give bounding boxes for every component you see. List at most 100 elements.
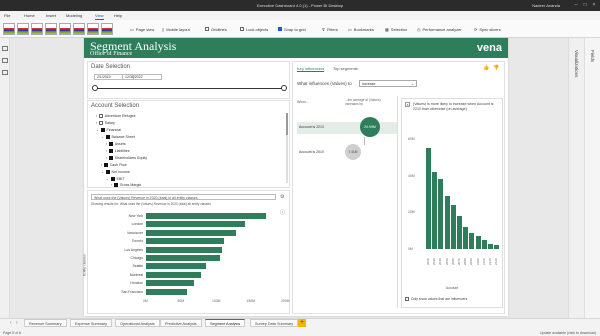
tab-survey-data-summary[interactable]: Survey Data Summary	[250, 319, 299, 327]
info-icon[interactable]: ⓘ	[280, 209, 285, 216]
lock-objects-checkbox[interactable]	[240, 27, 244, 31]
gridlines-checkbox[interactable]	[205, 27, 209, 31]
theme-swatch[interactable]	[31, 23, 43, 35]
tab-operational-analysis[interactable]: Operational Analysis	[115, 319, 160, 327]
tab-expense-summary[interactable]: Expense Summary	[70, 319, 113, 327]
theme-swatch[interactable]	[3, 23, 15, 35]
add-page-button[interactable]: +	[298, 319, 306, 327]
minimize-icon[interactable]: –	[572, 2, 580, 9]
theme-swatch[interactable]	[45, 23, 57, 35]
column[interactable]	[438, 179, 444, 249]
influencer-bubble[interactable]: 7.41M	[345, 144, 361, 160]
bar[interactable]	[146, 280, 195, 287]
tab-top-segments[interactable]: Top segments	[333, 66, 358, 71]
end-slider-handle[interactable]	[281, 85, 287, 91]
menu-home[interactable]: Home	[24, 13, 35, 18]
account-item[interactable]: ⌄ Balance Sheet	[101, 135, 135, 139]
end-date-field[interactable]: 12/31/2022	[122, 74, 162, 80]
bookmarks-button[interactable]: ▭ Bookmarks	[348, 25, 374, 33]
qa-question-box[interactable]: What uses the (Values) Revenue in 2020 (…	[91, 194, 276, 200]
column[interactable]	[432, 172, 438, 249]
start-slider-handle[interactable]	[92, 85, 98, 91]
next-page-icon[interactable]: ›	[16, 320, 18, 326]
thumbs-down-icon[interactable]: 👎	[493, 65, 499, 71]
column[interactable]	[488, 243, 493, 249]
menu-modeling[interactable]: Modeling	[66, 13, 82, 18]
bar[interactable]	[146, 213, 266, 219]
bar[interactable]	[146, 229, 236, 236]
account-item[interactable]: ⌄ Net Income	[101, 170, 130, 174]
visualizations-pane[interactable]: Visualizations	[568, 38, 584, 318]
bar[interactable]	[146, 238, 225, 245]
lock-objects-toggle[interactable]: Lock objects	[240, 25, 268, 33]
bar[interactable]	[146, 263, 206, 270]
account-item[interactable]: › Salary	[96, 121, 115, 125]
influencer-only-toggle[interactable]: Only show values that are influencers	[405, 297, 467, 301]
menu-file[interactable]: File	[4, 13, 10, 18]
model-view-icon[interactable]	[2, 70, 8, 75]
selection-button[interactable]: ▦ Selection	[385, 25, 407, 33]
bar[interactable]	[146, 246, 222, 253]
update-available-link[interactable]: Update available (click to download)	[540, 331, 596, 335]
bar[interactable]	[146, 255, 220, 261]
column[interactable]	[475, 236, 481, 249]
theme-swatch[interactable]	[87, 23, 99, 35]
account-slicer[interactable]: Account Selection › Adventure Refugee › Sa…	[87, 100, 290, 188]
account-item[interactable]: › Adventure Refugee	[96, 114, 136, 118]
filters-button[interactable]: ⊽ Filters	[322, 25, 338, 33]
bar[interactable]	[146, 271, 202, 278]
bar[interactable]	[146, 221, 245, 228]
theme-swatch[interactable]	[17, 23, 29, 35]
fields-pane[interactable]: Fields	[584, 38, 600, 318]
mobile-layout-button[interactable]: ▯ Mobile layout	[162, 25, 190, 33]
maximize-icon[interactable]: □	[581, 2, 589, 9]
menu-help[interactable]: Help	[114, 13, 122, 18]
column-category-label: 2090	[469, 258, 474, 265]
column[interactable]	[450, 205, 456, 249]
theme-swatch[interactable]	[73, 23, 85, 35]
column[interactable]	[463, 227, 469, 249]
key-influencers-visual[interactable]: Key influencers Top segments 👍 👎 What in…	[292, 61, 505, 314]
close-icon[interactable]: ×	[405, 102, 410, 107]
column[interactable]	[457, 216, 462, 249]
sync-slicers-button[interactable]: ⟳ Sync slicers	[474, 25, 501, 33]
column[interactable]	[481, 239, 487, 249]
bar[interactable]	[146, 288, 188, 295]
account-item[interactable]: › Cash Flow	[101, 163, 127, 167]
account-item[interactable]: › Gross Margin	[111, 183, 141, 187]
close-icon[interactable]: ×	[590, 2, 598, 9]
increase-dropdown[interactable]: Increase ⌄	[359, 80, 417, 87]
user-name[interactable]: Nadeer Ananda	[532, 3, 560, 8]
theme-swatch[interactable]	[59, 23, 71, 35]
menu-view[interactable]: View	[95, 13, 104, 20]
report-view-icon[interactable]	[2, 46, 8, 51]
menu-insert[interactable]: Insert	[46, 13, 56, 18]
column[interactable]	[426, 148, 431, 249]
settings-icon[interactable]: ⚙	[280, 194, 284, 200]
snap-to-grid-toggle[interactable]: Snap to grid	[278, 25, 306, 33]
account-item[interactable]: ⌄ EBIT	[106, 177, 125, 181]
snap-to-grid-checkbox[interactable]	[278, 27, 282, 31]
influencer-bubble[interactable]: 20.99M	[360, 117, 380, 137]
column[interactable]	[469, 232, 475, 249]
prev-page-icon[interactable]: ‹	[10, 320, 12, 326]
account-item[interactable]: › Shareholders Equity	[106, 156, 147, 160]
thumbs-up-icon[interactable]: 👍	[483, 65, 489, 71]
breakdown-visual[interactable]: What uses the (Values) Revenue in 2020 (…	[83, 190, 290, 314]
tab-predictive-analysis[interactable]: Predictive Analysis	[160, 319, 202, 327]
tab-key-influencers[interactable]: Key influencers	[297, 66, 325, 72]
column[interactable]	[444, 195, 450, 249]
gridlines-toggle[interactable]: Gridlines	[205, 25, 227, 33]
account-item[interactable]: ⌄ Financial	[96, 128, 121, 132]
data-view-icon[interactable]	[2, 58, 8, 63]
page-view-button[interactable]: ▭ Page view	[130, 25, 154, 33]
account-item[interactable]: › Assets	[106, 142, 126, 146]
date-slicer[interactable]: Date Selection 2/1/2019 12/31/2022	[87, 61, 290, 99]
performance-analyzer-button[interactable]: ◷ Performance analyzer	[417, 25, 462, 33]
theme-swatch[interactable]	[101, 23, 113, 35]
tab-revenue-summary[interactable]: Revenue Summary	[24, 319, 67, 327]
account-item[interactable]: › Liabilities	[106, 149, 130, 153]
account-scrollbar[interactable]	[286, 113, 288, 183]
column[interactable]	[494, 245, 500, 249]
tab-segment-analysis[interactable]: Segment Analysis	[205, 319, 246, 327]
